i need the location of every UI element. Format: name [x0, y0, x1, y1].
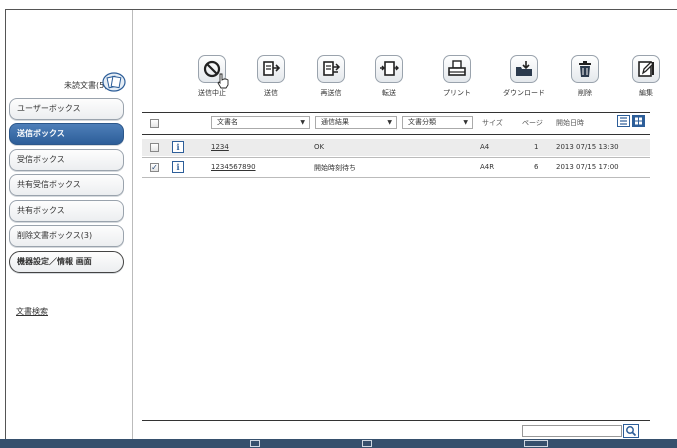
- doc-name-filter-select[interactable]: 文書名 ▼: [211, 116, 310, 129]
- cancel-send-label: 送信中止: [198, 89, 226, 97]
- forward-button[interactable]: 転送: [360, 55, 418, 98]
- info-icon[interactable]: i: [172, 161, 184, 173]
- chevron-down-icon: ▼: [300, 119, 305, 126]
- table-row[interactable]: ✓ i 1234567890 開始時刻待ち A4R 6 2013 07/15 1…: [142, 159, 650, 176]
- window-top-border: [5, 9, 677, 10]
- pages-column-header: ページ: [522, 119, 543, 127]
- start-column-header: 開始日時: [556, 119, 584, 127]
- result-cell: OK: [314, 143, 325, 151]
- category-filter-select[interactable]: 文書分類 ▼: [402, 116, 473, 129]
- unread-documents-label: 未読文書(5): [64, 81, 108, 90]
- forward-label: 転送: [382, 89, 396, 97]
- document-name-link[interactable]: 1234: [211, 143, 229, 151]
- chevron-down-icon: ▼: [387, 119, 392, 126]
- edit-label: 編集: [639, 89, 653, 97]
- list-bottom-rule: [142, 420, 650, 421]
- hand-cursor-icon: [217, 73, 229, 89]
- bottom-bar-control[interactable]: [250, 440, 260, 447]
- bottom-bar-control[interactable]: [362, 440, 372, 447]
- quick-search-input[interactable]: [522, 425, 622, 437]
- result-filter-select[interactable]: 通信結果 ▼: [315, 116, 397, 129]
- search-icon: [626, 426, 637, 437]
- chevron-down-icon: ▼: [463, 119, 468, 126]
- list-view-icon: [620, 117, 627, 125]
- window-left-border: [5, 9, 6, 439]
- row-divider: [142, 157, 650, 158]
- sidebar-item-receive-box[interactable]: 受信ボックス: [9, 149, 124, 171]
- document-search-link[interactable]: 文書検索: [16, 306, 48, 317]
- start-time-cell: 2013 07/15 13:30: [556, 143, 619, 151]
- trash-icon: [579, 61, 591, 77]
- grid-view-icon: [635, 117, 642, 125]
- list-view-button[interactable]: [617, 115, 630, 127]
- result-cell: 開始時刻待ち: [314, 164, 356, 172]
- size-column-header: サイズ: [482, 119, 503, 127]
- send-label: 送信: [264, 89, 278, 97]
- delete-button[interactable]: 削除: [556, 55, 614, 98]
- download-label: ダウンロード: [503, 89, 545, 97]
- row-checkbox[interactable]: [150, 143, 159, 152]
- document-name-link[interactable]: 1234567890: [211, 163, 256, 171]
- print-label: プリント: [443, 89, 471, 97]
- sidebar-item-send-box[interactable]: 送信ボックス: [9, 123, 124, 145]
- category-filter-label: 文書分類: [408, 118, 436, 126]
- print-icon: [448, 60, 466, 76]
- table-row[interactable]: i 1234 OK A4 1 2013 07/15 13:30: [142, 139, 650, 156]
- forward-icon: [380, 61, 399, 76]
- sidebar-item-device-settings[interactable]: 機器設定／情報 画面: [9, 251, 124, 273]
- row-divider: [142, 177, 650, 178]
- bottom-status-bar: [0, 439, 677, 448]
- sidebar-item-user-box[interactable]: ユーザーボックス: [9, 98, 124, 120]
- resend-button[interactable]: 再送信: [302, 55, 360, 98]
- doc-name-filter-label: 文書名: [217, 118, 238, 126]
- resend-icon: [323, 61, 341, 76]
- download-icon: [516, 61, 532, 76]
- size-cell: A4: [480, 143, 490, 151]
- pages-cell: 1: [534, 143, 539, 151]
- bottom-bar-control[interactable]: [524, 440, 548, 447]
- edit-icon: [638, 61, 654, 77]
- size-cell: A4R: [480, 163, 495, 171]
- row-checkbox-checked[interactable]: ✓: [150, 163, 159, 172]
- resend-label: 再送信: [320, 89, 342, 97]
- sidebar-item-deleted-box[interactable]: 削除文書ボックス(3): [9, 225, 124, 247]
- print-button[interactable]: プリント: [428, 55, 486, 98]
- sidebar-item-shared-box[interactable]: 共有ボックス: [9, 200, 124, 222]
- result-filter-label: 通信結果: [321, 118, 349, 126]
- quick-search-button[interactable]: [623, 424, 639, 438]
- send-button[interactable]: 送信: [242, 55, 300, 98]
- pages-cell: 6: [534, 163, 539, 171]
- info-icon[interactable]: i: [172, 141, 184, 153]
- send-icon: [263, 61, 281, 76]
- list-header-rule: [142, 134, 650, 135]
- cancel-send-button[interactable]: 送信中止: [183, 55, 241, 98]
- download-button[interactable]: ダウンロード: [495, 55, 553, 98]
- thumbnail-view-button[interactable]: [632, 115, 645, 127]
- delete-label: 削除: [578, 89, 592, 97]
- unread-documents-icon[interactable]: [102, 72, 126, 92]
- sidebar-item-shared-receive-box[interactable]: 共有受信ボックス: [9, 174, 124, 196]
- start-time-cell: 2013 07/15 17:00: [556, 163, 619, 171]
- list-top-rule: [142, 112, 650, 113]
- sidebar-divider: [132, 10, 133, 440]
- edit-button[interactable]: 編集: [617, 55, 675, 98]
- select-all-checkbox[interactable]: [150, 119, 159, 128]
